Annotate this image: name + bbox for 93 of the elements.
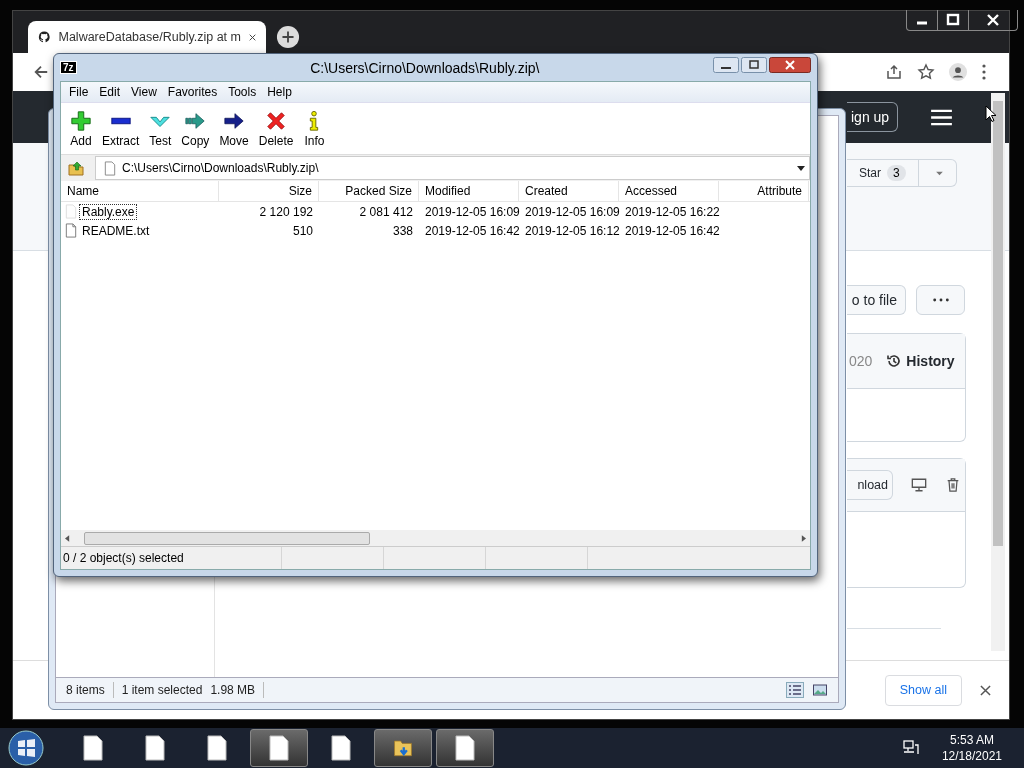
- app-logo: 7z: [60, 61, 77, 74]
- plus-icon: [70, 109, 92, 132]
- document-icon: [331, 735, 351, 761]
- status-text: 0 / 2 object(s) selected: [61, 547, 282, 569]
- path-field[interactable]: C:\Users\Cirno\Downloads\Rubly.zip\: [95, 156, 810, 180]
- caret-icon[interactable]: [934, 170, 944, 176]
- toolbar-button[interactable]: Add: [65, 109, 97, 148]
- document-icon: [455, 735, 475, 761]
- close-icon[interactable]: [248, 32, 256, 42]
- item-count: 8 items: [66, 683, 105, 697]
- taskbar-item[interactable]: [250, 729, 308, 767]
- folder-up-icon[interactable]: [67, 159, 85, 177]
- table-cell-text: 2019-12-05 16:09: [524, 204, 619, 219]
- toolbar-button[interactable]: Move: [214, 109, 254, 148]
- selection-status: 1 item selected: [121, 683, 203, 697]
- back-arrow-icon[interactable]: [33, 64, 49, 80]
- clock-time: 5:53 AM: [949, 732, 994, 748]
- trash-icon[interactable]: [945, 477, 961, 493]
- start-button[interactable]: [8, 730, 44, 766]
- column-header[interactable]: Modified: [419, 181, 519, 201]
- document-icon: [65, 223, 77, 238]
- details-view-icon[interactable]: [786, 682, 804, 698]
- document-icon: [145, 735, 165, 761]
- menu-icon[interactable]: [930, 108, 954, 126]
- table-cell-text: 338: [391, 223, 414, 238]
- menu-icon[interactable]: [981, 63, 987, 81]
- toolbar-button[interactable]: Copy: [176, 109, 215, 148]
- table-cell-text: 510: [291, 223, 314, 238]
- scrollbar[interactable]: [991, 93, 1005, 651]
- history-icon: [886, 353, 903, 369]
- table-cell-text: 2 120 192: [258, 204, 314, 219]
- show-all-button[interactable]: Show all: [884, 674, 962, 706]
- clock-date: 12/18/2021: [941, 748, 1002, 764]
- cross-icon: [265, 109, 288, 132]
- menu-item[interactable]: Edit: [95, 85, 128, 99]
- toolbar-button[interactable]: Extract: [97, 109, 145, 148]
- window-title: C:\Users\Cirno\Downloads\Rubly.zip\: [309, 59, 540, 76]
- column-header[interactable]: Packed Size: [319, 181, 419, 201]
- toolbar-button[interactable]: Delete: [253, 109, 299, 148]
- network-icon[interactable]: [901, 739, 920, 757]
- table-cell-text: 2 081 412: [358, 204, 414, 219]
- taskbar-item[interactable]: [436, 729, 494, 767]
- commit-date: 020: [848, 353, 873, 369]
- column-header[interactable]: Size: [219, 181, 319, 201]
- table-cell-text: 2019-12-05 16:09: [424, 204, 519, 219]
- share-icon[interactable]: [885, 63, 903, 81]
- menu-item[interactable]: View: [127, 85, 164, 99]
- table-cell-text: 2019-12-05 16:22: [624, 204, 719, 219]
- star-button[interactable]: Star 3: [847, 159, 957, 187]
- document-icon: [83, 735, 103, 761]
- desktop-icon[interactable]: [911, 477, 927, 493]
- column-header[interactable]: Name: [61, 181, 219, 201]
- blank-file-icon: [65, 204, 77, 219]
- scroll-left-icon[interactable]: [65, 534, 70, 542]
- table-cell-text: 2019-12-05 16:42: [624, 223, 719, 238]
- column-header[interactable]: Created: [519, 181, 619, 201]
- column-header[interactable]: Accessed: [619, 181, 719, 201]
- file-name[interactable]: Rably.exe: [79, 203, 138, 220]
- cat-logo-icon: [38, 29, 51, 45]
- document-icon: [269, 735, 289, 761]
- column-header[interactable]: Attribute: [719, 181, 809, 201]
- go-to-file-button[interactable]: o to file: [847, 285, 906, 315]
- close-button[interactable]: [769, 56, 811, 73]
- dropdown-caret-icon[interactable]: [797, 165, 805, 171]
- menu-item[interactable]: Help: [263, 85, 299, 99]
- horizontal-scrollbar[interactable]: [61, 530, 810, 546]
- history-link[interactable]: History: [886, 353, 955, 369]
- close-icon[interactable]: [980, 684, 991, 696]
- star-count: 3: [887, 165, 906, 181]
- table-cell-text: 2019-12-05 16:42: [424, 223, 519, 238]
- browser-tab[interactable]: MalwareDatabase/Rubly.zip at m: [28, 21, 266, 53]
- table-cell-text: 2019-12-05 16:12: [524, 223, 619, 238]
- selection-size: 1.98 MB: [210, 683, 256, 697]
- toolbar-button[interactable]: Info: [298, 109, 331, 148]
- taskbar-item[interactable]: [374, 729, 432, 767]
- new-tab-button[interactable]: [276, 25, 300, 49]
- menu-item[interactable]: Favorites: [163, 85, 225, 99]
- minimize-button[interactable]: [713, 56, 739, 73]
- file-name[interactable]: README.txt: [79, 222, 153, 239]
- sign-up-button[interactable]: ign up: [847, 102, 899, 132]
- download-button[interactable]: nload: [847, 470, 893, 500]
- ellipsis-icon: [931, 298, 950, 302]
- mouse-pointer-icon: [985, 105, 997, 123]
- toolbar-button[interactable]: Test: [144, 109, 177, 148]
- scroll-right-icon[interactable]: [801, 534, 806, 542]
- menu-item[interactable]: File: [65, 85, 96, 99]
- document-icon: [207, 735, 227, 761]
- menu-item[interactable]: Tools: [224, 85, 264, 99]
- preview-view-icon[interactable]: [812, 683, 828, 697]
- star-label: Star: [859, 166, 881, 180]
- profile-icon[interactable]: [949, 63, 967, 81]
- star-icon[interactable]: [917, 63, 935, 81]
- document-icon: [104, 160, 116, 176]
